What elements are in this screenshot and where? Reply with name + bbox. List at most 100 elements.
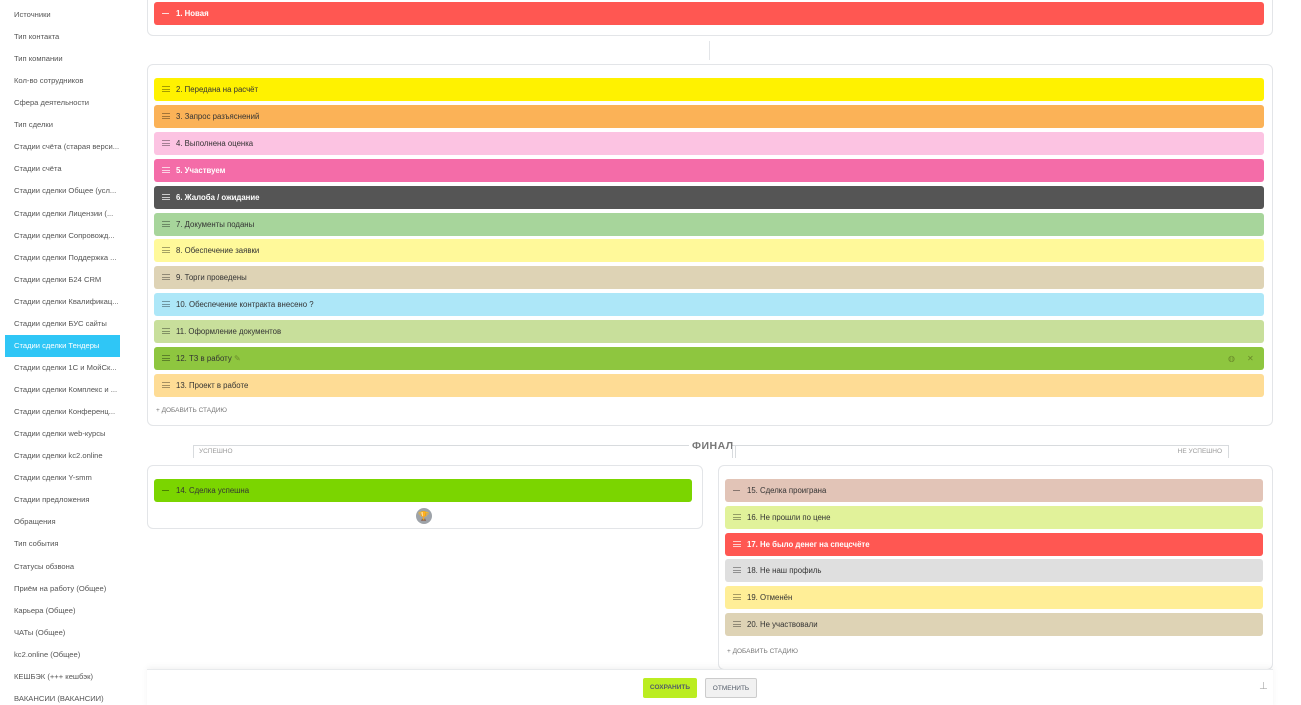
drag-handle-icon[interactable] xyxy=(162,381,170,388)
add-stage-link[interactable]: + ДОБАВИТЬ СТАДИЮ xyxy=(156,407,227,414)
close-icon[interactable]: ✕ xyxy=(1247,347,1254,370)
fail-stage-item[interactable]: 20. Не участвовали xyxy=(725,613,1263,636)
stage-label: 9. Торги проведены xyxy=(176,273,247,283)
drag-handle-icon[interactable] xyxy=(733,567,741,574)
stage-label: 2. Передана на расчёт xyxy=(176,85,259,94)
stage-item[interactable]: 2. Передана на расчёт xyxy=(154,78,1264,101)
stage-item[interactable]: 7. Документы поданы xyxy=(154,212,1264,236)
cancel-button[interactable]: ОТМЕНИТЬ xyxy=(705,678,757,698)
drag-handle-icon[interactable] xyxy=(162,139,170,146)
drag-handle-icon[interactable] xyxy=(162,328,170,335)
stage-item[interactable]: 11. Оформление документов xyxy=(154,320,1264,344)
first-stage-panel: 1. Новая xyxy=(147,0,1273,36)
sidebar-item[interactable]: Сфера деятельности xyxy=(5,92,120,114)
sidebar-item[interactable]: Стадии сделки Б24 CRM xyxy=(5,269,120,291)
stage-item[interactable]: 5. Участвуем xyxy=(154,158,1264,182)
drag-handle-icon[interactable] xyxy=(733,513,741,520)
sidebar-item[interactable]: ЧАТы (Общее) xyxy=(5,622,120,644)
sidebar-item[interactable]: Стадии сделки Лицензии (... xyxy=(5,203,120,225)
sidebar-item[interactable]: КЕШБЭК (+++ кешбэк) xyxy=(5,666,120,688)
fail-stage-item[interactable]: 16. Не прошли по цене xyxy=(725,505,1263,529)
stage-label: 11. Оформление документов xyxy=(176,327,282,337)
connector-line xyxy=(709,41,710,60)
sidebar-item[interactable]: Стадии сделки web-курсы xyxy=(5,423,120,445)
sidebar-item[interactable]: Тип сделки xyxy=(5,114,120,136)
save-button[interactable]: СОХРАНИТЬ xyxy=(643,678,697,698)
drag-handle-icon[interactable] xyxy=(733,490,740,491)
sidebar-item[interactable]: Стадии сделки Сопровожд... xyxy=(5,225,120,247)
stage-item[interactable]: 4. Выполнена оценка xyxy=(154,131,1264,155)
stage-success[interactable]: 14. Сделка успешна xyxy=(154,479,692,502)
add-fail-stage-link[interactable]: + ДОБАВИТЬ СТАДИЮ xyxy=(727,648,798,655)
sidebar-item[interactable]: Стадии сделки Конференц... xyxy=(5,401,120,423)
drag-handle-icon[interactable] xyxy=(162,301,170,308)
sidebar-item[interactable]: Стадии счёта xyxy=(5,158,120,180)
drag-handle-icon xyxy=(162,13,169,14)
stage-label: 13. Проект в работе xyxy=(176,380,249,390)
stage-item[interactable]: 10. Обеспечение контракта внесено ? xyxy=(154,293,1264,317)
fail-stage-item[interactable]: 19. Отменён xyxy=(725,586,1263,610)
stage-item[interactable]: 8. Обеспечение заявки xyxy=(154,239,1264,263)
drag-handle-icon[interactable] xyxy=(162,220,170,227)
success-tab: УСПЕШНО xyxy=(193,446,733,458)
sidebar-item[interactable]: ВАКАНСИИ (ВАКАНСИИ) xyxy=(5,688,120,705)
stage-label: 7. Документы поданы xyxy=(176,219,255,229)
stage-label: 16. Не прошли по цене xyxy=(747,512,831,522)
sidebar-item[interactable]: Обращения xyxy=(5,511,120,533)
drag-handle-icon[interactable] xyxy=(162,193,170,200)
stage-label: 14. Сделка успешна xyxy=(176,486,250,495)
fail-stage-item[interactable]: 15. Сделка проиграна xyxy=(725,479,1263,502)
sidebar-item[interactable]: Стадии сделки Тендеры xyxy=(5,334,120,357)
sidebar-item[interactable]: Кол-во сотрудников xyxy=(5,70,120,92)
drag-handle-icon[interactable] xyxy=(733,594,741,601)
sidebar-item[interactable]: Стадии предложения xyxy=(5,489,120,511)
sidebar-item[interactable]: Стадии сделки 1С и МойСк... xyxy=(5,357,120,379)
stage-label: 18. Не наш профиль xyxy=(747,566,822,576)
sidebar-item[interactable]: Стадии сделки БУС сайты xyxy=(5,313,120,335)
drag-handle-icon[interactable] xyxy=(162,166,170,173)
drag-handle-icon[interactable] xyxy=(162,112,170,119)
sidebar-item[interactable]: kc2.online (Общее) xyxy=(5,644,120,666)
sidebar-item[interactable]: Стадии сделки Поддержка ... xyxy=(5,247,120,269)
sidebar-item[interactable]: Тип контакта xyxy=(5,26,120,48)
drag-handle-icon[interactable] xyxy=(162,247,170,254)
sidebar-item[interactable]: Источники xyxy=(5,4,120,26)
stage-label: 10. Обеспечение контракта внесено ? xyxy=(176,300,314,310)
sidebar-item[interactable]: Приём на работу (Общее) xyxy=(5,578,120,600)
drag-handle-icon[interactable] xyxy=(162,274,170,281)
stage-item[interactable]: 13. Проект в работе xyxy=(154,373,1264,397)
pin-icon[interactable]: ⊥ xyxy=(1259,681,1268,692)
stage-label: 5. Участвуем xyxy=(176,165,226,175)
stage-item[interactable]: 9. Торги проведены xyxy=(154,266,1264,290)
fail-stage-item[interactable]: 18. Не наш профиль xyxy=(725,559,1263,583)
stage-label: 17. Не было денег на спецсчёте xyxy=(747,539,870,549)
sidebar-item[interactable]: Стадии счёта (старая верси... xyxy=(5,136,120,158)
sidebar-item[interactable]: Тип компании xyxy=(5,48,120,70)
sidebar-item[interactable]: Стадии сделки Квалификац... xyxy=(5,291,120,313)
color-picker-icon[interactable]: ◍ xyxy=(1228,347,1235,370)
drag-handle-icon[interactable] xyxy=(733,621,741,627)
sidebar-item[interactable]: Стадии сделки Общее (усл... xyxy=(5,180,120,202)
sidebar-item[interactable]: Стадии сделки kc2.online xyxy=(5,445,120,467)
sidebar-item[interactable]: Карьера (Общее) xyxy=(5,600,120,622)
success-panel: 14. Сделка успешна 🏆 xyxy=(147,465,703,529)
stage-label: 4. Выполнена оценка xyxy=(176,138,254,148)
fail-stage-item[interactable]: 17. Не было денег на спецсчёте xyxy=(725,532,1263,556)
stage-item[interactable]: 3. Запрос разъяснений xyxy=(154,104,1264,128)
sidebar-item[interactable]: Стадии сделки Y-smm xyxy=(5,467,120,489)
drag-handle-icon xyxy=(162,490,169,491)
drag-handle-icon[interactable] xyxy=(162,355,170,361)
sidebar: Источники Тип контакта Тип компании Кол-во … xyxy=(0,0,127,705)
sidebar-item[interactable]: Статусы обзвона xyxy=(5,556,120,578)
stage-label: 8. Обеспечение заявки xyxy=(176,246,260,256)
stage-item[interactable]: 6. Жалоба / ожидание xyxy=(154,185,1264,209)
stage-label: 1. Новая xyxy=(176,9,209,18)
stage-item[interactable]: 12. ТЗ в работу ✎ ◍ ✕ xyxy=(154,347,1264,370)
sidebar-item[interactable]: Тип события xyxy=(5,533,120,555)
stage-first[interactable]: 1. Новая xyxy=(154,2,1264,25)
drag-handle-icon[interactable] xyxy=(733,540,741,547)
drag-handle-icon[interactable] xyxy=(162,86,170,92)
pencil-icon[interactable]: ✎ xyxy=(234,347,241,370)
stage-label: 3. Запрос разъяснений xyxy=(176,111,260,121)
sidebar-item[interactable]: Стадии сделки Комплекс и ... xyxy=(5,379,120,401)
